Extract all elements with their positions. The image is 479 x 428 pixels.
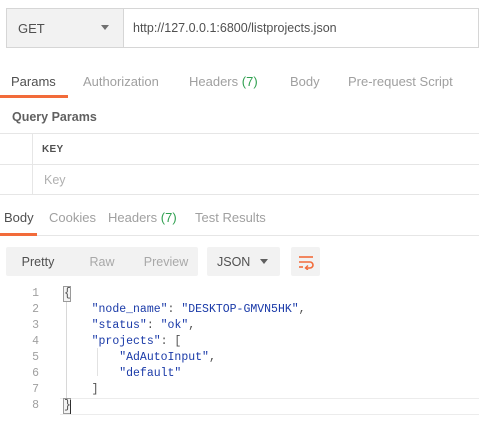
row-handle-cell — [0, 165, 33, 194]
code-text: ] — [64, 382, 99, 398]
json-punctuation: ] — [64, 383, 99, 396]
response-tab-test-results[interactable]: Test Results — [195, 210, 266, 225]
json-string: "DESKTOP-GMVN5HK" — [181, 303, 299, 316]
method-select[interactable]: GET — [6, 8, 124, 48]
json-punctuation: { — [64, 287, 71, 300]
response-body-editor[interactable]: 1{2 "node_name": "DESKTOP-GMVN5HK", 3 "st… — [0, 286, 479, 414]
key-input[interactable]: Key — [44, 173, 66, 187]
line-number: 5 — [32, 351, 39, 364]
code-text: "AdAutoInput", — [64, 350, 216, 366]
code-line: 4 "projects": [ — [0, 334, 479, 350]
response-tab-cookies[interactable]: Cookies — [49, 210, 96, 225]
response-tab-body[interactable]: Body — [4, 210, 34, 225]
json-string: "default" — [119, 367, 182, 380]
table-header-row: KEY — [0, 133, 479, 164]
tab-body[interactable]: Body — [290, 74, 320, 89]
response-tab-cookies-label: Cookies — [49, 210, 96, 225]
tab-authorization-label: Authorization — [83, 74, 159, 89]
response-tab-body-label: Body — [4, 210, 34, 225]
tab-headers[interactable]: Headers (7) — [189, 74, 258, 89]
tab-headers-label: Headers — [189, 74, 239, 89]
chevron-down-icon — [260, 259, 268, 264]
response-tab-test-results-label: Test Results — [195, 210, 266, 225]
key-column-header: KEY — [42, 144, 64, 155]
code-text: "projects": [ — [64, 334, 182, 350]
tab-params[interactable]: Params — [11, 74, 56, 89]
code-line: 3 "status": "ok", — [0, 318, 479, 334]
line-number: 2 — [32, 303, 39, 316]
json-key: "node_name" — [91, 303, 168, 316]
code-line: 1{ — [0, 286, 479, 302]
line-number: 6 — [32, 367, 39, 380]
response-tab-headers[interactable]: Headers (7) — [108, 210, 177, 225]
json-punctuation — [64, 335, 92, 348]
request-tabs: Params Authorization Headers (7) Body Pr… — [0, 64, 479, 98]
query-params-title: Query Params — [12, 110, 97, 124]
code-line: 5 "AdAutoInput", — [0, 350, 479, 366]
tab-pre-request-script-label: Pre-request Script — [348, 74, 453, 89]
json-punctuation — [64, 303, 92, 316]
view-mode-preview[interactable]: Preview — [134, 247, 198, 276]
view-mode-segmented-control: Pretty Raw Preview — [6, 247, 198, 276]
active-tab-indicator — [0, 95, 68, 98]
request-url-bar: GET http://127.0.0.1:6800/listprojects.j… — [6, 8, 479, 48]
line-number: 8 — [32, 399, 39, 412]
json-punctuation — [64, 367, 119, 380]
json-punctuation: : — [146, 319, 161, 332]
json-punctuation — [64, 351, 119, 364]
json-punctuation: , — [298, 303, 306, 316]
line-number: 3 — [32, 319, 39, 332]
response-tab-headers-label: Headers — [108, 210, 158, 225]
tab-authorization[interactable]: Authorization — [83, 74, 159, 89]
active-response-tab-indicator — [0, 233, 37, 236]
format-label: JSON — [217, 254, 251, 269]
response-tab-headers-count: (7) — [160, 210, 177, 225]
code-text: "node_name": "DESKTOP-GMVN5HK", — [64, 302, 306, 318]
row-handle-cell — [0, 134, 33, 164]
response-tabs: Body Cookies Headers (7) Test Results — [0, 200, 479, 236]
code-line: 2 "node_name": "DESKTOP-GMVN5HK", — [0, 302, 479, 318]
code-text: "default" — [64, 366, 181, 382]
json-string: "AdAutoInput" — [119, 351, 209, 364]
code-line: 8} — [0, 398, 479, 414]
json-key: "projects" — [91, 335, 161, 348]
json-punctuation — [64, 319, 92, 332]
line-number: 1 — [32, 287, 39, 300]
line-number: 4 — [32, 335, 39, 348]
code-text: { — [64, 286, 71, 302]
json-punctuation: , — [188, 319, 196, 332]
url-input[interactable]: http://127.0.0.1:6800/listprojects.json — [124, 8, 479, 48]
table-row: Key — [0, 164, 479, 195]
query-params-table: KEY Key — [0, 133, 479, 195]
tab-params-label: Params — [11, 74, 56, 89]
code-line: 6 "default" — [0, 366, 479, 382]
tab-body-label: Body — [290, 74, 320, 89]
code-text: "status": "ok", — [64, 318, 196, 334]
json-punctuation: , — [208, 351, 216, 364]
view-mode-raw[interactable]: Raw — [70, 247, 134, 276]
chevron-down-icon — [101, 25, 109, 30]
code-line: 7 ] — [0, 382, 479, 398]
wrap-lines-icon — [298, 255, 314, 270]
text-cursor — [70, 400, 71, 414]
method-label: GET — [18, 20, 45, 36]
json-punctuation: : — [167, 303, 182, 316]
tab-pre-request-script[interactable]: Pre-request Script — [348, 74, 453, 89]
json-punctuation: : [ — [160, 335, 182, 348]
json-key: "status" — [91, 319, 147, 332]
tab-headers-count: (7) — [241, 74, 258, 89]
wrap-lines-button[interactable] — [291, 247, 320, 276]
view-mode-pretty[interactable]: Pretty — [6, 247, 70, 276]
json-string: "ok" — [160, 319, 189, 332]
line-number: 7 — [32, 383, 39, 396]
format-select[interactable]: JSON — [207, 247, 280, 276]
